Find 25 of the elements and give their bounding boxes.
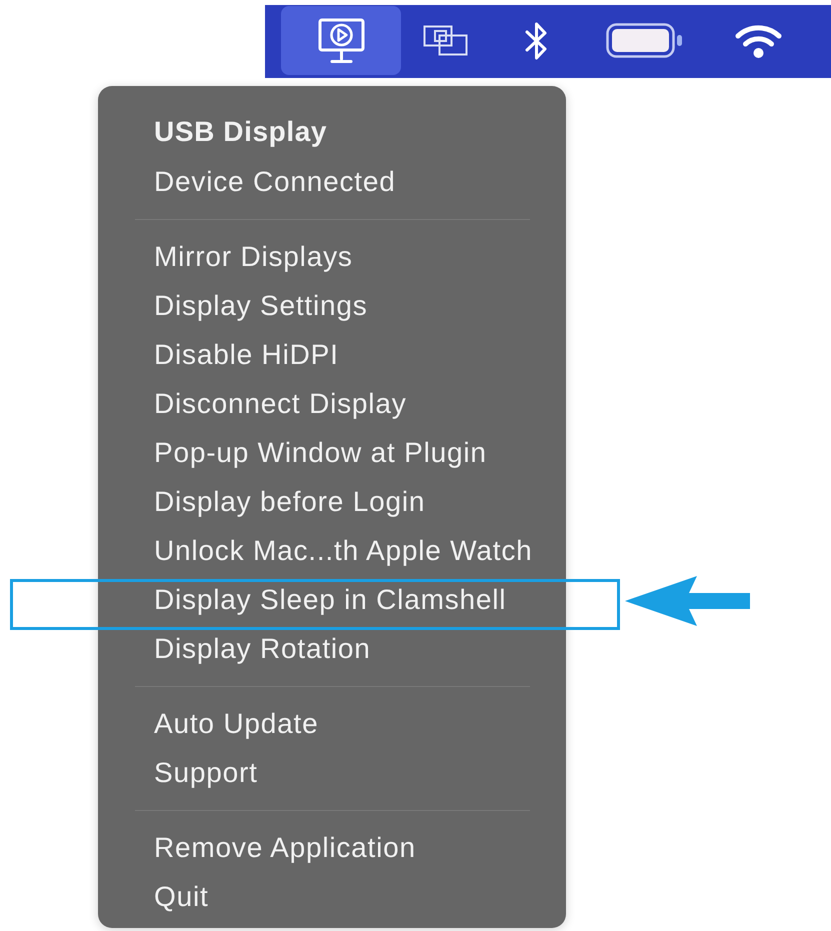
overlapping-windows-icon [422,25,468,56]
menu-item[interactable]: Disable HiDPI [98,330,566,379]
menu-bar-item[interactable] [606,23,684,58]
menu-bar-item[interactable] [281,6,401,75]
menu-item[interactable]: Disconnect Display [98,379,566,428]
menu-item[interactable]: Display Settings [98,281,566,330]
menu-title: USB Display [153,114,328,149]
menu-bar-item[interactable] [422,25,468,56]
menu-item[interactable]: Remove Application [98,823,566,872]
monitor-play-icon [318,18,364,64]
bluetooth-icon [524,20,548,62]
status-text: Device Connected [153,164,397,198]
menu-item[interactable]: Auto Update [98,699,566,748]
battery-icon [606,23,684,58]
wifi-icon [734,22,782,58]
menu-item[interactable]: Mirror Displays [98,232,566,281]
menu-item[interactable]: Display before Login [98,477,566,526]
menu-bar-item[interactable] [734,22,782,58]
menu-item[interactable]: Pop-up Window at Plugin [98,428,566,477]
menu-bar-item[interactable] [524,20,548,62]
menu-item[interactable]: Display Rotation [98,624,566,673]
menu-item[interactable]: Support [98,748,566,797]
menu-item[interactable]: Unlock Mac...th Apple Watch [98,526,566,575]
menu-item[interactable]: Quit [98,872,566,921]
menu-item[interactable]: Display Sleep in Clamshell [98,575,566,624]
